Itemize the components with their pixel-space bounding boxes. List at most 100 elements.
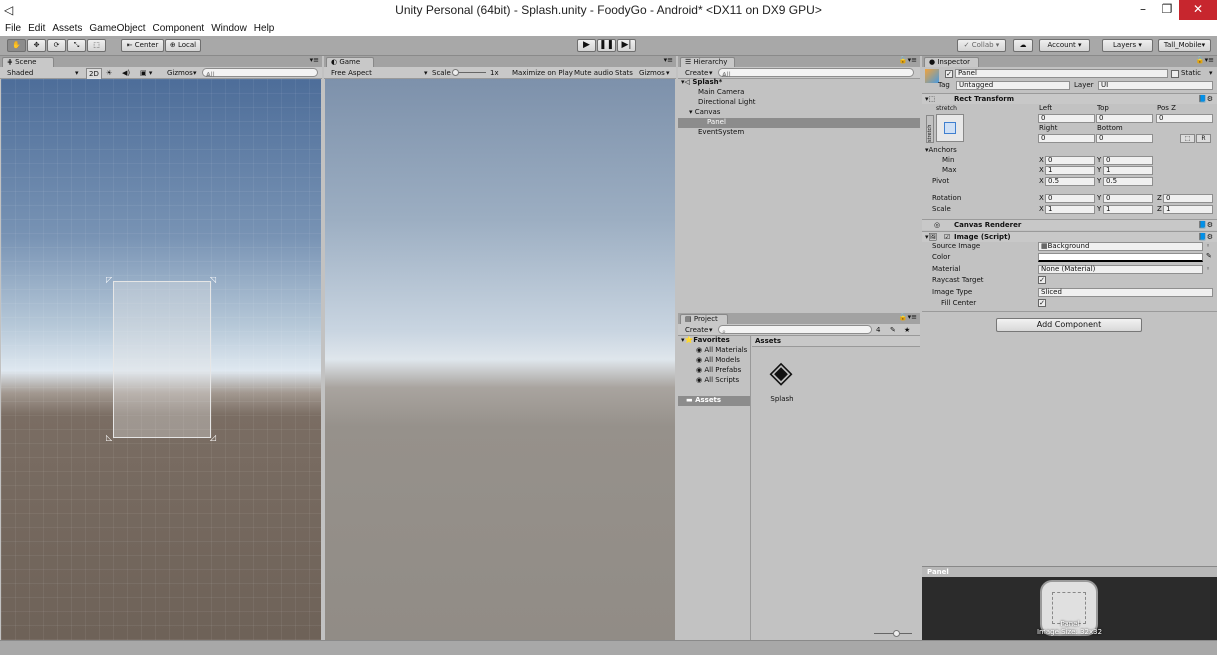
anchor-min-x[interactable]: 0: [1045, 156, 1095, 165]
close-button[interactable]: ✕: [1179, 0, 1217, 20]
rotation-y-field[interactable]: 0: [1103, 194, 1153, 203]
hierarchy-item-directional-light[interactable]: Directional Light: [698, 98, 756, 107]
lock-icon[interactable]: 🔒▾≡: [1196, 56, 1214, 64]
scale-tool-button[interactable]: ⤡: [67, 39, 86, 52]
rotation-z-field[interactable]: 0: [1163, 194, 1213, 203]
pivot-local-button[interactable]: ⊕ Local: [165, 39, 201, 52]
hierarchy-item-eventsystem[interactable]: EventSystem: [698, 128, 744, 137]
anchor-handle-tr[interactable]: ◹: [210, 275, 216, 284]
favorite-all-scripts[interactable]: ◉ All Scripts: [696, 376, 739, 385]
favorite-all-models[interactable]: ◉ All Models: [696, 356, 740, 365]
filter-label-icon[interactable]: ✎: [890, 325, 896, 335]
panel-menu-icon[interactable]: ▾≡: [664, 56, 673, 64]
menu-window[interactable]: Window: [211, 23, 247, 34]
hierarchy-create-dropdown[interactable]: Create: [685, 68, 708, 78]
stats-toggle[interactable]: Stats: [615, 68, 633, 78]
hierarchy-item-main-camera[interactable]: Main Camera: [698, 88, 744, 97]
hierarchy-search-input[interactable]: ⌕ All: [718, 68, 914, 79]
cloud-button[interactable]: ☁: [1013, 39, 1033, 52]
settings-gear-icon[interactable]: 📘⚙: [1198, 232, 1213, 242]
tab-inspector[interactable]: ● Inspector: [924, 57, 979, 67]
maximize-on-play-toggle[interactable]: Maximize on Play: [512, 68, 573, 78]
account-dropdown[interactable]: Account ▾: [1039, 39, 1090, 52]
lighting-icon[interactable]: ☀: [106, 68, 112, 78]
anchor-max-x[interactable]: 1: [1045, 166, 1095, 175]
menu-gameobject[interactable]: GameObject: [89, 23, 145, 34]
canvas-renderer-header[interactable]: ◎ Canvas Renderer 📘⚙: [922, 219, 1217, 230]
static-checkbox[interactable]: [1171, 70, 1179, 78]
tab-hierarchy[interactable]: ☰ Hierarchy: [680, 57, 735, 67]
tab-scene[interactable]: ⋕ Scene: [2, 57, 54, 67]
tab-project[interactable]: ▤ Project: [680, 314, 728, 324]
tag-dropdown[interactable]: Untagged: [956, 81, 1070, 90]
source-image-field[interactable]: ▦Background: [1038, 242, 1203, 251]
filter-type-icon[interactable]: 4: [876, 325, 880, 335]
restore-button[interactable]: ❐: [1156, 0, 1178, 20]
move-tool-button[interactable]: ✥: [27, 39, 46, 52]
scale-x-field[interactable]: 1: [1045, 205, 1095, 214]
scale-y-field[interactable]: 1: [1103, 205, 1153, 214]
lock-icon[interactable]: 🔒▾≡: [899, 56, 917, 64]
left-field[interactable]: 0: [1038, 114, 1095, 123]
anchor-max-y[interactable]: 1: [1103, 166, 1153, 175]
rotation-x-field[interactable]: 0: [1045, 194, 1095, 203]
image-effects-icon[interactable]: ▣ ▾: [140, 68, 152, 78]
settings-gear-icon[interactable]: 📘⚙: [1198, 94, 1213, 104]
eyedropper-icon[interactable]: ✎: [1206, 252, 1212, 261]
menu-file[interactable]: File: [5, 23, 21, 34]
layer-dropdown[interactable]: UI: [1098, 81, 1213, 90]
rotate-tool-button[interactable]: ⟳: [47, 39, 66, 52]
image-enabled-checkbox[interactable]: ☑: [944, 232, 950, 242]
icon-size-slider-handle[interactable]: [893, 630, 900, 637]
add-component-button[interactable]: Add Component: [996, 318, 1142, 332]
top-field[interactable]: 0: [1096, 114, 1153, 123]
gizmos-dropdown[interactable]: Gizmos: [167, 68, 193, 78]
game-gizmos-dropdown[interactable]: Gizmos: [639, 68, 665, 78]
anchor-handle-br[interactable]: ◿: [210, 433, 216, 442]
layout-dropdown[interactable]: Tall_Mobile▾: [1158, 39, 1211, 52]
active-checkbox[interactable]: ✓: [945, 70, 953, 78]
settings-gear-icon[interactable]: 📘⚙: [1198, 220, 1213, 230]
anchor-presets-button[interactable]: [936, 114, 964, 142]
panel-rect-gizmo[interactable]: [113, 281, 211, 438]
preview-header[interactable]: Panel: [922, 566, 1217, 577]
object-picker-icon[interactable]: ◦: [1206, 265, 1210, 274]
color-swatch[interactable]: [1038, 253, 1203, 262]
scale-slider-handle[interactable]: [452, 69, 459, 76]
favorite-all-materials[interactable]: ◉ All Materials: [696, 346, 747, 355]
project-search-input[interactable]: ⌕: [718, 325, 872, 336]
pivot-y-field[interactable]: 0.5: [1103, 177, 1153, 186]
object-name-field[interactable]: Panel: [955, 69, 1168, 78]
image-type-dropdown[interactable]: Sliced: [1038, 288, 1213, 297]
asset-item-splash[interactable]: ◈ Splash: [762, 355, 802, 405]
raw-edit-button[interactable]: R: [1196, 134, 1211, 143]
rect-transform-header[interactable]: ▾⬚ Rect Transform 📘⚙: [922, 93, 1217, 104]
anchor-min-y[interactable]: 0: [1103, 156, 1153, 165]
menu-edit[interactable]: Edit: [28, 23, 45, 34]
material-field[interactable]: None (Material): [1038, 265, 1203, 274]
step-button[interactable]: ▶|: [617, 39, 636, 52]
menu-assets[interactable]: Assets: [52, 23, 82, 34]
shading-dropdown[interactable]: Shaded: [7, 68, 33, 78]
scene-search-input[interactable]: ⌕ All: [202, 68, 318, 79]
anchor-handle-tl[interactable]: ◸: [106, 275, 112, 284]
fill-center-checkbox[interactable]: ✓: [1038, 299, 1046, 307]
play-button[interactable]: ▶: [577, 39, 596, 52]
aspect-dropdown[interactable]: Free Aspect: [331, 68, 372, 78]
raycast-target-checkbox[interactable]: ✓: [1038, 276, 1046, 284]
hierarchy-item-panel[interactable]: Panel: [707, 118, 726, 127]
mute-audio-toggle[interactable]: Mute audio: [574, 68, 613, 78]
project-create-dropdown[interactable]: Create: [685, 325, 708, 335]
blueprint-mode-button[interactable]: ⬚: [1180, 134, 1195, 143]
audio-icon[interactable]: ◀): [122, 68, 130, 78]
bottom-field[interactable]: 0: [1096, 134, 1153, 143]
assets-folder[interactable]: ▬ Assets: [686, 396, 721, 405]
hierarchy-item-canvas[interactable]: ▾ Canvas: [689, 108, 720, 117]
anchors-foldout[interactable]: ▾Anchors: [925, 146, 957, 155]
panel-menu-icon[interactable]: ▾≡: [310, 56, 319, 64]
right-field[interactable]: 0: [1038, 134, 1095, 143]
pivot-center-button[interactable]: ⇤ Center: [121, 39, 164, 52]
hand-tool-button[interactable]: ✋: [7, 39, 26, 52]
anchor-handle-bl[interactable]: ◺: [106, 433, 112, 442]
lock-icon[interactable]: 🔒▾≡: [899, 313, 917, 321]
